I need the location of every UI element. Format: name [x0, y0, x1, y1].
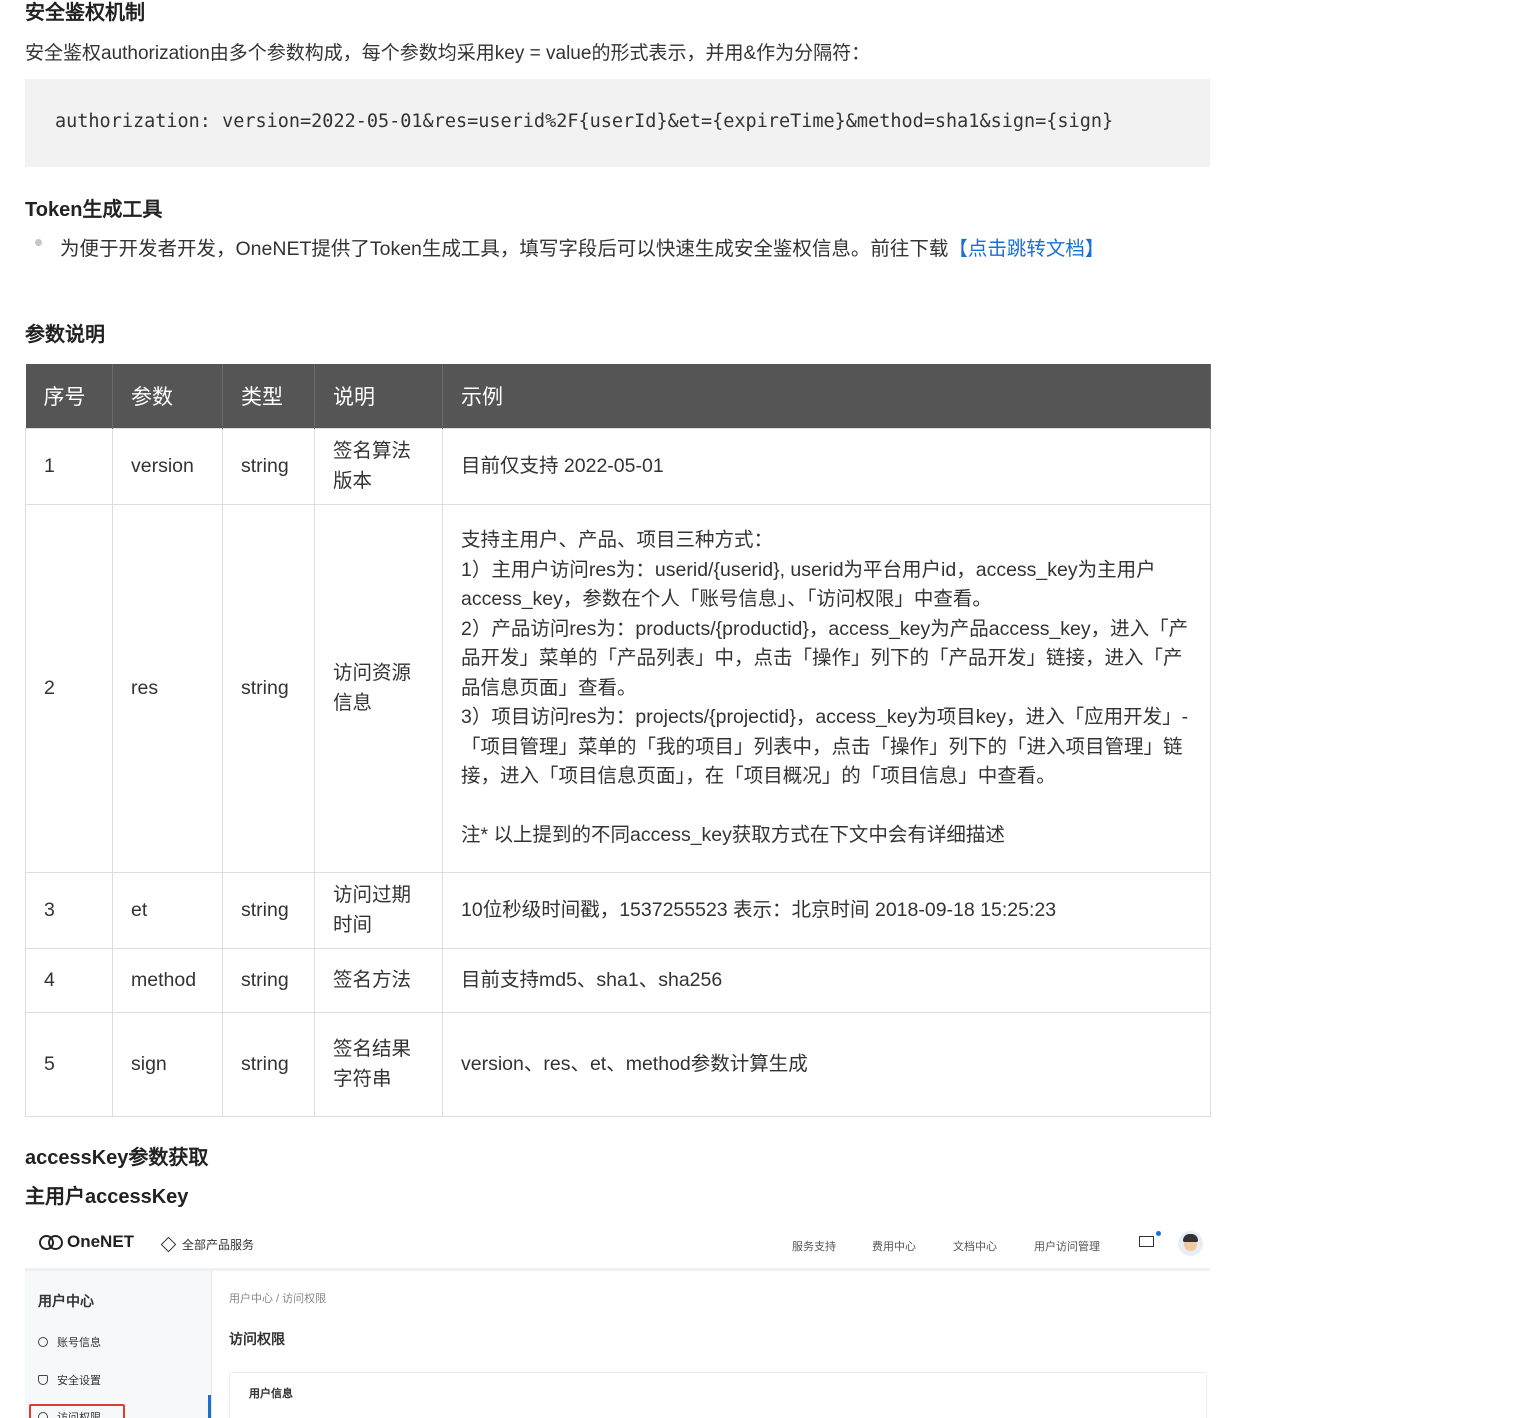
access-key-title: accessKey参数获取 [25, 1147, 209, 1169]
shield-icon [38, 1375, 48, 1385]
main-user-title: 主用户accessKey [25, 1186, 189, 1208]
code-block: authorization: version=2022-05-01&res=us… [25, 79, 1210, 167]
table-row: 1 version string 签名算法版本 目前仅支持 2022-05-01 [25, 428, 1211, 505]
cell-example: version、res、et、method参数计算生成 [442, 1012, 1211, 1117]
nav-service-support[interactable]: 服务支持 [792, 1238, 836, 1254]
table-row: 2 res string 访问资源信息 支持主用户、产品、项目三种方式： 1）主… [25, 504, 1211, 873]
header-type: 类型 [222, 364, 315, 429]
user-info-card: 用户信息 [229, 1372, 1207, 1418]
table-header-row: 序号 参数 类型 说明 示例 [25, 364, 1211, 429]
embedded-screenshot: OneNET 全部产品服务 服务支持 费用中心 文档中心 用户访问管理 用户中心… [25, 1222, 1210, 1418]
token-title: Token生成工具 [25, 199, 163, 221]
diamond-icon [160, 1236, 177, 1253]
mail-icon[interactable] [1139, 1236, 1154, 1247]
cell-type: string [222, 872, 315, 949]
sidebar-item-label: 安全设置 [57, 1375, 101, 1387]
cell-desc: 访问资源信息 [314, 504, 443, 873]
onenet-logo[interactable]: OneNET [39, 1232, 134, 1252]
token-description: 为便于开发者开发，OneNET提供了Token生成工具，填写字段后可以快速生成安… [60, 238, 949, 260]
token-text: 为便于开发者开发，OneNET提供了Token生成工具，填写字段后可以快速生成安… [60, 232, 1104, 261]
all-products-label: 全部产品服务 [182, 1238, 255, 1252]
cell-example: 10位秒级时间戳，1537255523 表示：北京时间 2018-09-18 1… [442, 872, 1211, 949]
cell-type: string [222, 1012, 315, 1117]
cell-desc: 签名结果字符串 [314, 1012, 443, 1117]
cell-param: sign [112, 1012, 223, 1117]
header-example: 示例 [442, 364, 1211, 429]
onenet-logo-icon [39, 1233, 65, 1251]
console-header: OneNET 全部产品服务 服务支持 费用中心 文档中心 用户访问管理 [25, 1222, 1210, 1271]
cell-param: et [112, 872, 223, 949]
table-row: 3 et string 访问过期时间 10位秒级时间戳，1537255523 表… [25, 872, 1211, 949]
header-no: 序号 [25, 364, 113, 429]
sidebar-item-security[interactable]: 安全设置 [38, 1372, 101, 1388]
cell-no: 4 [25, 948, 113, 1013]
breadcrumb: 用户中心 / 访问权限 [229, 1293, 327, 1305]
doc-link[interactable]: 【点击跳转文档】 [948, 238, 1104, 260]
table-row: 5 sign string 签名结果字符串 version、res、et、met… [25, 1012, 1211, 1117]
card-title: 用户信息 [249, 1388, 293, 1400]
header-param: 参数 [112, 364, 223, 429]
cell-no: 3 [25, 872, 113, 949]
cell-param: version [112, 428, 223, 505]
table-row: 4 method string 签名方法 目前支持md5、sha1、sha256 [25, 948, 1211, 1013]
all-products-menu[interactable]: 全部产品服务 [160, 1236, 255, 1253]
cell-example: 目前支持md5、sha1、sha256 [442, 948, 1211, 1013]
nav-doc-center[interactable]: 文档中心 [953, 1238, 997, 1254]
params-title: 参数说明 [25, 324, 105, 346]
cell-example: 支持主用户、产品、项目三种方式： 1）主用户访问res为：userid/{use… [442, 504, 1211, 873]
header-desc: 说明 [314, 364, 443, 429]
bullet-icon [35, 239, 42, 246]
security-title: 安全鉴权机制 [25, 2, 145, 24]
cell-no: 2 [25, 504, 113, 873]
cell-desc: 签名算法版本 [314, 428, 443, 505]
cell-example: 目前仅支持 2022-05-01 [442, 428, 1211, 505]
nav-user-access-mgmt[interactable]: 用户访问管理 [1034, 1238, 1100, 1254]
params-table: 序号 参数 类型 说明 示例 1 version string 签名算法版本 目… [25, 364, 1211, 1117]
logo-text: OneNET [67, 1232, 135, 1251]
sidebar-item-label: 账号信息 [57, 1337, 101, 1349]
sidebar-item-account[interactable]: 账号信息 [38, 1334, 101, 1350]
cell-type: string [222, 504, 315, 873]
cell-type: string [222, 948, 315, 1013]
cell-desc: 访问过期时间 [314, 872, 443, 949]
security-intro: 安全鉴权authorization由多个参数构成，每个参数均采用key = va… [25, 43, 871, 64]
highlight-box [29, 1404, 125, 1418]
cell-desc: 签名方法 [314, 948, 443, 1013]
cell-type: string [222, 428, 315, 505]
page-title: 访问权限 [229, 1331, 285, 1347]
cell-no: 5 [25, 1012, 113, 1117]
notification-dot-icon [1156, 1231, 1161, 1236]
console-sidebar: 用户中心 账号信息 安全设置 访问权限 [25, 1271, 212, 1418]
gear-icon [38, 1337, 48, 1347]
cell-param: res [112, 504, 223, 873]
nav-billing-center[interactable]: 费用中心 [872, 1238, 916, 1254]
avatar[interactable] [1178, 1231, 1203, 1256]
avatar-hair-icon [1183, 1234, 1198, 1242]
sidebar-title: 用户中心 [38, 1293, 94, 1309]
cell-no: 1 [25, 428, 113, 505]
active-indicator [208, 1395, 211, 1418]
cell-param: method [112, 948, 223, 1013]
